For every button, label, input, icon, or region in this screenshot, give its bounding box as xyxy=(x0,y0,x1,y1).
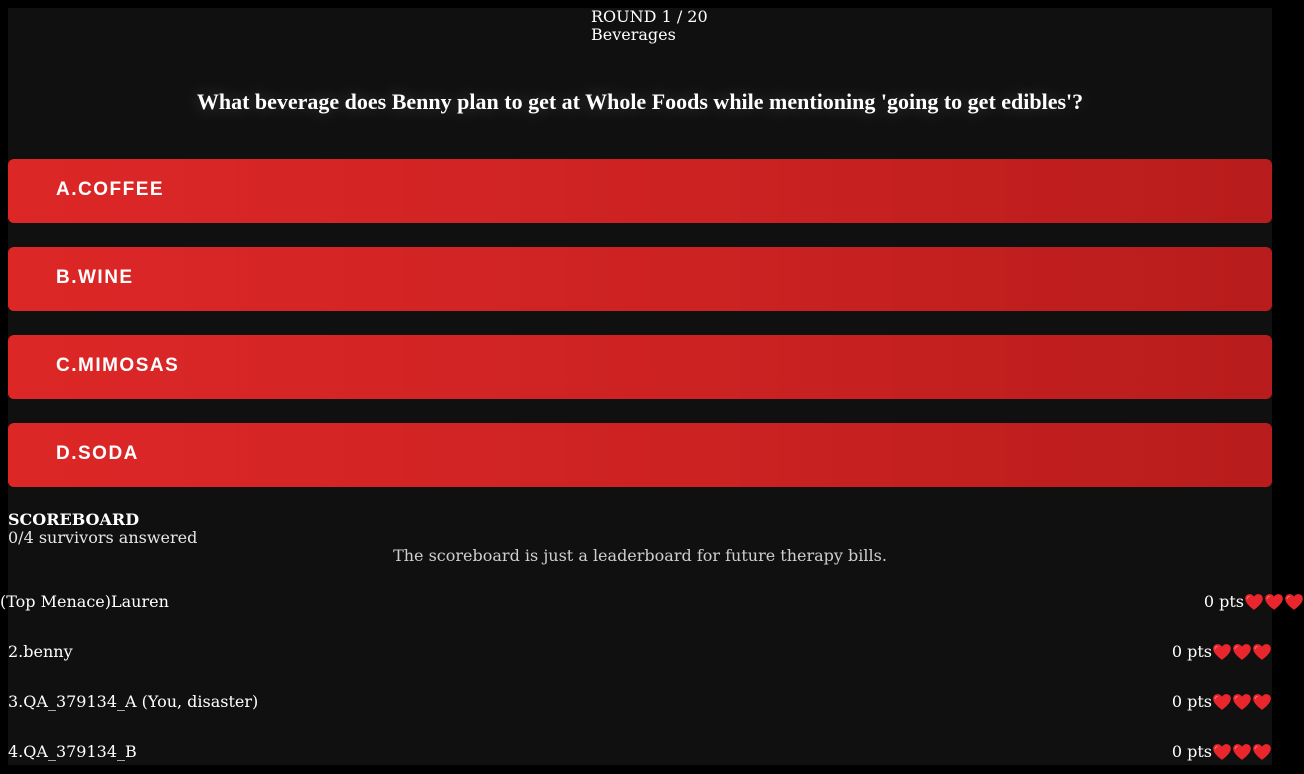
heart-icon xyxy=(1252,642,1272,662)
round-category: Beverages xyxy=(591,25,676,44)
answer-button-a[interactable]: A.COFFEE xyxy=(8,159,1272,223)
player-score: 0 pts xyxy=(1204,590,1304,614)
scoreboard-row: 2.benny 0 pts xyxy=(8,640,1272,664)
heart-icon xyxy=(1264,592,1284,612)
scoreboard-note: The scoreboard is just a leaderboard for… xyxy=(393,546,887,565)
player-score: 0 pts xyxy=(1172,740,1272,764)
player-name: 2.benny xyxy=(8,642,73,661)
scoreboard-answered-count: 0/4 survivors answered xyxy=(8,528,198,547)
heart-icon xyxy=(1232,642,1252,662)
player-name: (Top Menace)Lauren xyxy=(0,592,169,611)
player-score: 0 pts xyxy=(1172,640,1272,664)
heart-icon xyxy=(1212,742,1232,762)
scoreboard-row: 4.QA_379134_B 0 pts xyxy=(8,740,1272,764)
round-counter: ROUND 1 / 20 xyxy=(591,7,708,26)
heart-icon xyxy=(1252,692,1272,712)
player-score: 0 pts xyxy=(1172,690,1272,714)
player-lives xyxy=(1212,742,1272,762)
heart-icon xyxy=(1284,592,1304,612)
answer-button-d[interactable]: D.SODA xyxy=(8,423,1272,487)
player-points: 0 pts xyxy=(1171,742,1212,761)
answer-label: C.MIMOSAS xyxy=(56,355,180,376)
player-points: 0 pts xyxy=(1203,592,1244,611)
player-lives xyxy=(1212,642,1272,662)
scoreboard-row: 3.QA_379134_A (You, disaster) 0 pts xyxy=(8,690,1272,714)
answer-button-c[interactable]: C.MIMOSAS xyxy=(8,335,1272,399)
heart-icon xyxy=(1232,692,1252,712)
heart-icon xyxy=(1232,742,1252,762)
player-name: 3.QA_379134_A (You, disaster) xyxy=(8,692,259,711)
player-points: 0 pts xyxy=(1171,692,1212,711)
heart-icon xyxy=(1252,742,1272,762)
player-lives xyxy=(1212,692,1272,712)
player-name: 4.QA_379134_B xyxy=(8,742,137,761)
answer-button-b[interactable]: B.WINE xyxy=(8,247,1272,311)
heart-icon xyxy=(1212,642,1232,662)
player-lives xyxy=(1244,592,1304,612)
answer-label: B.WINE xyxy=(56,267,134,288)
heart-icon xyxy=(1212,692,1232,712)
round-info: ROUND 1 / 20 Beverages xyxy=(591,8,708,44)
player-points: 0 pts xyxy=(1171,642,1212,661)
scoreboard-title: SCOREBOARD xyxy=(8,510,140,529)
scoreboard-row: (Top Menace)Lauren 0 pts xyxy=(0,590,1304,614)
answer-label: A.COFFEE xyxy=(56,179,165,200)
answer-label: D.SODA xyxy=(56,443,139,464)
question-text: What beverage does Benny plan to get at … xyxy=(196,89,1084,114)
heart-icon xyxy=(1244,592,1264,612)
